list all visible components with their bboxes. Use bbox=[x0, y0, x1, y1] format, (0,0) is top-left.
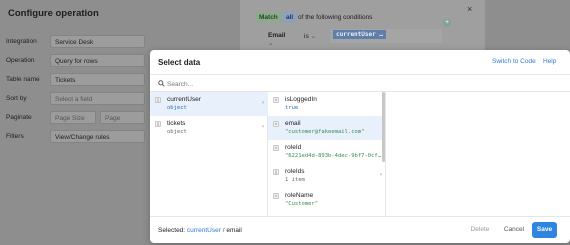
item-value: true bbox=[285, 105, 299, 111]
item-value: "customer@fakeemail.com" bbox=[285, 129, 365, 135]
label-sort-by: Sort by bbox=[6, 95, 27, 102]
condition-field-label: Email bbox=[268, 32, 286, 39]
filters-field[interactable]: View/Change rules bbox=[50, 130, 145, 143]
cancel-button[interactable]: Cancel bbox=[502, 222, 526, 238]
select-data-modal: Select data Switch to Code Help {} curre… bbox=[150, 50, 570, 243]
list-item-email[interactable]: A email "customer@fakeemail.com" bbox=[268, 116, 385, 140]
source-column: {} currentUser object › {} tickets objec… bbox=[150, 92, 268, 216]
modal-header: Select data Switch to Code Help bbox=[150, 50, 570, 74]
object-type-icon: {} bbox=[155, 97, 161, 103]
label-table-name: Table name bbox=[6, 76, 40, 83]
list-item-is-logged-in[interactable]: b isLoggedIn true bbox=[268, 92, 385, 116]
integration-field[interactable]: Service Desk bbox=[50, 35, 145, 48]
page-size-field[interactable]: Page Size bbox=[50, 111, 96, 124]
item-name: currentUser bbox=[167, 96, 201, 103]
chevron-down-icon: ⌄ bbox=[310, 33, 316, 40]
label-paginate: Paginate bbox=[6, 114, 32, 121]
chevron-right-icon: › bbox=[262, 124, 264, 130]
sort-by-field[interactable]: Select a field bbox=[50, 92, 145, 105]
delete-button[interactable]: Delete bbox=[468, 222, 492, 238]
list-item-role-ids[interactable]: [] roleIds 1 item › bbox=[268, 164, 385, 188]
operation-field[interactable]: Query for rows bbox=[50, 54, 145, 67]
page-field[interactable]: Page bbox=[100, 111, 145, 124]
list-item-role-id[interactable]: A roleId "6221ed4d-893b-4dec-9bf7-0cf… bbox=[268, 140, 385, 164]
item-type: object bbox=[167, 129, 187, 135]
close-icon[interactable]: × bbox=[467, 4, 472, 14]
path-separator: / bbox=[222, 227, 225, 234]
modal-footer: Selected: currentUser / email Delete Can… bbox=[150, 216, 570, 243]
boolean-type-icon: b bbox=[273, 97, 279, 103]
label-filters: Filters bbox=[6, 133, 24, 140]
selected-path: Selected: currentUser / email bbox=[158, 227, 242, 234]
array-type-icon: [] bbox=[273, 169, 279, 175]
modal-title: Select data bbox=[158, 58, 201, 67]
condition-field-select[interactable]: Email ⌄ bbox=[258, 29, 296, 47]
page-title: Configure operation bbox=[8, 8, 99, 19]
item-value: "6221ed4d-893b-4dec-9bf7-0cf… bbox=[285, 153, 382, 159]
item-name: isLoggedIn bbox=[285, 96, 317, 103]
switch-to-code-link[interactable]: Switch to Code bbox=[492, 58, 536, 65]
condition-value-token: currentUser … bbox=[333, 30, 386, 39]
search-icon bbox=[158, 80, 165, 89]
conditions-text: of the following conditions bbox=[298, 14, 373, 21]
fields-column: b isLoggedIn true A email "customer@fake… bbox=[268, 92, 386, 216]
selected-path-leaf: email bbox=[226, 227, 242, 234]
list-item-current-user[interactable]: {} currentUser object › bbox=[150, 92, 268, 116]
item-name: email bbox=[285, 120, 301, 127]
save-button[interactable]: Save bbox=[532, 222, 557, 238]
label-operation: Operation bbox=[6, 57, 35, 64]
table-name-field[interactable]: Tickets bbox=[50, 73, 145, 86]
string-type-icon: A bbox=[273, 121, 279, 127]
list-item-role-name[interactable]: A roleName "Customer" bbox=[268, 188, 385, 212]
add-condition-icon[interactable]: + bbox=[443, 19, 451, 27]
condition-value-field[interactable]: currentUser … bbox=[330, 29, 442, 43]
search-input[interactable] bbox=[167, 78, 367, 90]
item-name: tickets bbox=[167, 120, 186, 127]
string-type-icon: A bbox=[273, 193, 279, 199]
chevron-right-icon: › bbox=[262, 100, 264, 106]
object-type-icon: {} bbox=[155, 121, 161, 127]
all-badge[interactable]: all bbox=[282, 12, 298, 23]
item-name: roleName bbox=[285, 192, 314, 199]
label-integration: Integration bbox=[6, 38, 37, 45]
chevron-right-icon: › bbox=[380, 172, 382, 178]
item-value: "Customer" bbox=[285, 201, 319, 207]
condition-operator-label: is bbox=[304, 33, 309, 40]
help-link[interactable]: Help bbox=[543, 58, 556, 65]
selected-label: Selected: bbox=[158, 227, 186, 234]
item-value: 1 item bbox=[285, 177, 305, 183]
chevron-down-icon: ⌄ bbox=[268, 40, 274, 47]
string-type-icon: A bbox=[273, 145, 279, 151]
selected-path-segment[interactable]: currentUser bbox=[187, 227, 221, 234]
condition-operator-select[interactable]: is ⌄ bbox=[300, 29, 325, 42]
fields-scrollbar[interactable] bbox=[382, 92, 385, 162]
list-item-tickets[interactable]: {} tickets object › bbox=[150, 116, 268, 140]
search-bar bbox=[150, 74, 570, 92]
item-type: object bbox=[167, 105, 187, 111]
item-name: roleId bbox=[285, 144, 302, 151]
item-name: roleIds bbox=[285, 168, 305, 175]
match-badge[interactable]: Match bbox=[255, 12, 282, 23]
